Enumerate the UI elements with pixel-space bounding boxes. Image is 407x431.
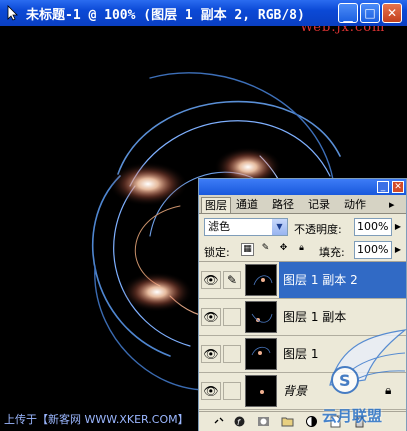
palette-tabs: 图层 通道 路径 记录 动作 ▸ xyxy=(199,195,406,214)
svg-text:S: S xyxy=(339,371,351,390)
tab-actions[interactable]: 动作 xyxy=(341,197,369,213)
lock-transparency-icon[interactable]: ▦ xyxy=(241,243,254,256)
palette-titlebar[interactable]: _ ✕ xyxy=(199,179,406,195)
lock-fill-row: 锁定: ▦ ✎ ✥ 🔒︎ 填充: 100% ▶ xyxy=(199,239,406,262)
blend-mode-value: 滤色 xyxy=(208,220,230,233)
layer-name: 图层 1 副本 2 xyxy=(283,273,358,287)
eye-icon[interactable]: 👁︎ xyxy=(201,308,221,326)
minimize-button[interactable]: ▁ xyxy=(338,3,358,23)
link-cell[interactable] xyxy=(223,382,241,400)
brush-icon: ✎ xyxy=(223,271,241,289)
opacity-arrow-icon[interactable]: ▶ xyxy=(393,220,403,234)
layer-thumbnail xyxy=(245,301,277,333)
palette-menu-icon[interactable]: ▸ xyxy=(389,197,395,213)
lock-all-icon[interactable]: 🔒︎ xyxy=(295,243,308,256)
link-cell[interactable] xyxy=(223,345,241,363)
fill-arrow-icon[interactable]: ▶ xyxy=(393,243,403,257)
layer-row[interactable]: 👁︎ ✎ 图层 1 副本 2 xyxy=(199,262,406,299)
photoshop-doc-icon xyxy=(7,5,18,21)
fill-input[interactable]: 100% xyxy=(354,241,392,259)
upload-credit-text: 上传于【新客网 WWW.XKER.COM】 xyxy=(4,413,189,426)
new-set-icon[interactable] xyxy=(281,415,294,428)
minimize-icon: ▁ xyxy=(343,9,353,23)
opacity-input[interactable]: 100% xyxy=(354,218,392,236)
opacity-label: 不透明度: xyxy=(294,223,342,236)
logo-watermark-text: 云月联盟 xyxy=(322,407,383,425)
glow-spot xyxy=(108,162,188,206)
site-watermark-top: Web.jx.com xyxy=(300,26,386,35)
link-cell[interactable] xyxy=(223,308,241,326)
layer-thumbnail xyxy=(245,338,277,370)
layer-name: 背景 xyxy=(283,384,308,398)
tab-history[interactable]: 记录 xyxy=(305,197,333,213)
lock-position-icon[interactable]: ✥ xyxy=(277,243,290,256)
layer-name: 图层 1 副本 xyxy=(283,310,347,324)
maximize-button[interactable]: □ xyxy=(360,3,380,23)
document-title: 未标题-1 @ 100% (图层 1 副本 2, RGB/8) xyxy=(26,8,305,23)
blend-mode-select[interactable]: 滤色 ▼ xyxy=(204,218,288,236)
mask-icon[interactable] xyxy=(257,415,270,428)
eye-icon[interactable]: 👁︎ xyxy=(201,271,221,289)
close-button[interactable]: ✕ xyxy=(382,3,402,23)
lock-label: 锁定: xyxy=(204,246,230,259)
glow-spot xyxy=(121,272,193,312)
lock-pixels-icon[interactable]: ✎ xyxy=(259,243,272,256)
eye-icon[interactable]: 👁︎ xyxy=(201,382,221,400)
fill-label: 填充: xyxy=(319,246,345,259)
tab-layers[interactable]: 图层 xyxy=(201,197,231,213)
layer-style-icon[interactable]: f xyxy=(233,415,246,428)
eye-icon[interactable]: 👁︎ xyxy=(201,345,221,363)
link-icon[interactable] xyxy=(213,415,226,428)
palette-close-button[interactable]: ✕ xyxy=(392,181,404,193)
document-titlebar[interactable]: 未标题-1 @ 100% (图层 1 副本 2, RGB/8) ▁ □ ✕ xyxy=(0,0,407,26)
layer-thumbnail xyxy=(245,264,277,296)
palette-minimize-button[interactable]: _ xyxy=(377,181,389,193)
maximize-icon: □ xyxy=(364,6,376,20)
layer-thumbnail xyxy=(245,375,277,407)
chevron-down-icon: ▼ xyxy=(272,219,287,235)
tab-channels[interactable]: 通道 xyxy=(233,197,261,213)
blend-opacity-row: 滤色 ▼ 不透明度: 100% ▶ xyxy=(199,215,406,239)
close-icon: ✕ xyxy=(386,6,398,20)
tab-paths[interactable]: 路径 xyxy=(269,197,297,213)
